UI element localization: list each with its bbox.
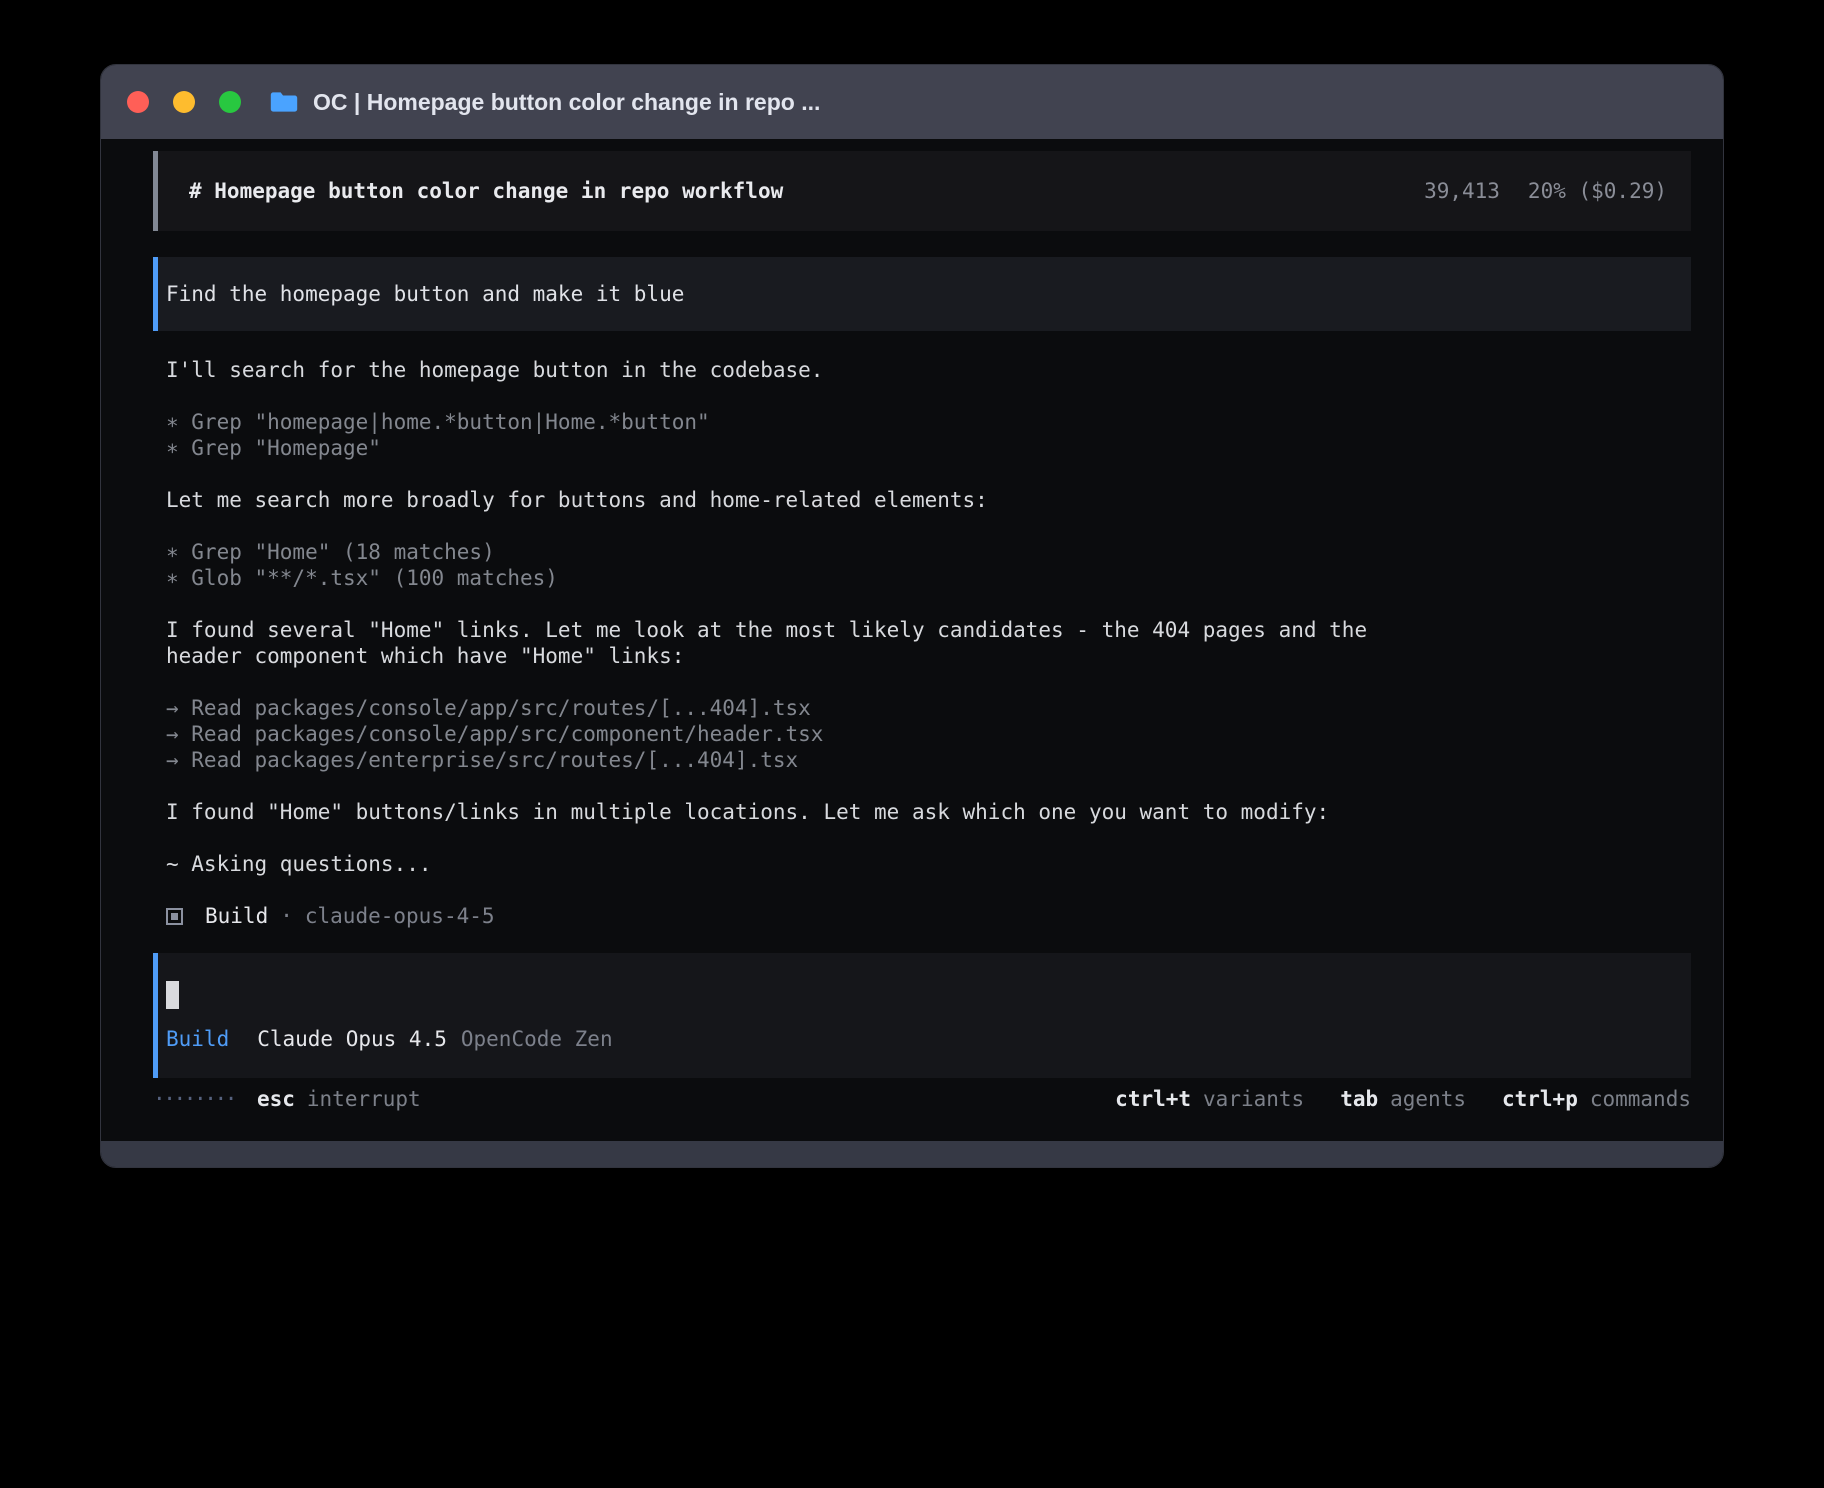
prompt-input[interactable]: Build Claude Opus 4.5 OpenCode Zen xyxy=(153,953,1691,1078)
close-button[interactable] xyxy=(127,91,149,113)
agent-mode-icon xyxy=(166,908,183,925)
session-header: # Homepage button color change in repo w… xyxy=(153,151,1691,231)
hint-interrupt: esc interrupt xyxy=(257,1086,421,1112)
tool-call-read: → Read packages/console/app/src/componen… xyxy=(166,721,1417,747)
folder-icon xyxy=(269,90,299,114)
conversation: I'll search for the homepage button in t… xyxy=(153,357,1417,955)
user-message-text: Find the homepage button and make it blu… xyxy=(166,282,684,306)
agent-mode-label: Build xyxy=(166,1027,229,1051)
agents-label: agents xyxy=(1390,1087,1466,1111)
zoom-button[interactable] xyxy=(219,91,241,113)
user-message: Find the homepage button and make it blu… xyxy=(153,257,1691,331)
tool-call-grep: ∗ Grep "Home" (18 matches) xyxy=(166,539,1417,565)
terminal-window: OC | Homepage button color change in rep… xyxy=(100,64,1724,1168)
tool-call-grep: ∗ Grep "homepage|home.*button|Home.*butt… xyxy=(166,409,1417,435)
input-footer: Build Claude Opus 4.5 OpenCode Zen xyxy=(166,1026,1667,1052)
minimize-button[interactable] xyxy=(173,91,195,113)
terminal-content: # Homepage button color change in repo w… xyxy=(101,139,1723,1141)
model-name-label: Claude Opus 4.5 xyxy=(257,1027,447,1051)
agent-status: Build · claude-opus-4-5 xyxy=(166,903,1417,929)
agent-name: Build xyxy=(205,903,268,929)
assistant-message: Let me search more broadly for buttons a… xyxy=(166,487,1417,513)
context-cost: 20% ($0.29) xyxy=(1528,179,1667,203)
session-title: # Homepage button color change in repo w… xyxy=(189,178,783,204)
provider-label: OpenCode Zen xyxy=(461,1027,613,1051)
agent-model: claude-opus-4-5 xyxy=(305,903,495,929)
traffic-lights xyxy=(127,91,241,113)
token-count: 39,413 xyxy=(1424,179,1500,203)
hint-agents: tab agents xyxy=(1340,1086,1466,1112)
hint-commands: ctrl+p commands xyxy=(1502,1086,1691,1112)
ctrl-t-key: ctrl+t xyxy=(1115,1087,1191,1111)
commands-label: commands xyxy=(1590,1087,1691,1111)
status-bar: ········ esc interrupt ctrl+t variants tab… xyxy=(153,1086,1691,1112)
tool-call-grep: ∗ Grep "Homepage" xyxy=(166,435,1417,461)
window-title: OC | Homepage button color change in rep… xyxy=(313,89,820,116)
assistant-message: I found "Home" buttons/links in multiple… xyxy=(166,799,1417,825)
session-stats: 39,413 20% ($0.29) xyxy=(1424,178,1667,204)
text-cursor xyxy=(166,981,179,1009)
variants-label: variants xyxy=(1203,1087,1304,1111)
window-titlebar[interactable]: OC | Homepage button color change in rep… xyxy=(101,65,1723,139)
separator-dot: · xyxy=(280,903,293,929)
spinner-dots: ········ xyxy=(153,1086,235,1112)
interrupt-label: interrupt xyxy=(307,1087,421,1111)
esc-key: esc xyxy=(257,1087,295,1111)
assistant-status-message: ~ Asking questions... xyxy=(166,851,1417,877)
tool-call-read: → Read packages/enterprise/src/routes/[.… xyxy=(166,747,1417,773)
hint-variants: ctrl+t variants xyxy=(1115,1086,1304,1112)
tab-key: tab xyxy=(1340,1087,1378,1111)
tool-call-glob: ∗ Glob "**/*.tsx" (100 matches) xyxy=(166,565,1417,591)
assistant-message: I found several "Home" links. Let me loo… xyxy=(166,617,1417,669)
ctrl-p-key: ctrl+p xyxy=(1502,1087,1578,1111)
window-bottom-edge xyxy=(101,1141,1723,1167)
assistant-message: I'll search for the homepage button in t… xyxy=(166,357,1417,383)
tool-call-read: → Read packages/console/app/src/routes/[… xyxy=(166,695,1417,721)
